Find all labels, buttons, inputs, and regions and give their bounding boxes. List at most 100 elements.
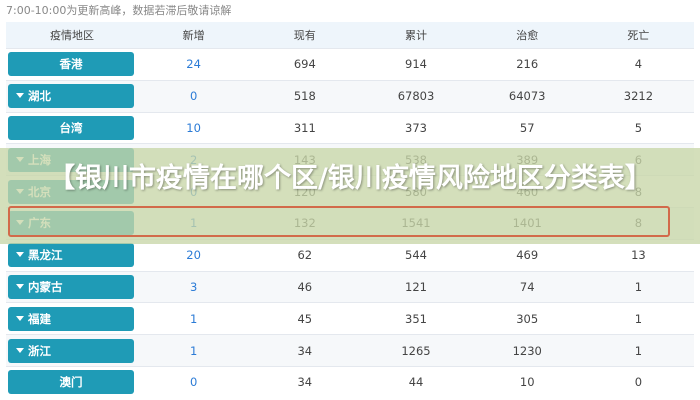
caret-down-icon: [16, 315, 24, 321]
region-button[interactable]: 福建: [8, 306, 134, 331]
total-value: 351: [405, 311, 427, 326]
dead-value: 4: [634, 57, 643, 72]
new-cell: 20: [138, 248, 249, 262]
cured-value: 469: [516, 248, 539, 263]
current-value: 45: [297, 311, 313, 326]
total-value: 44: [408, 375, 424, 390]
cured-cell: 74: [472, 280, 583, 294]
current-value: 694: [293, 57, 316, 72]
region-button[interactable]: 湖北: [8, 84, 134, 109]
cured-value: 64073: [508, 89, 546, 104]
table-row: 福建 1 45 351 305 1: [6, 302, 694, 334]
dead-value: 1: [634, 343, 643, 358]
region-label: 浙江: [28, 343, 51, 358]
cured-value: 10: [519, 375, 535, 390]
new-value: 10: [186, 120, 201, 135]
region-cell: 浙江: [6, 338, 138, 363]
table-row: 湖北 0 518 67803 64073 3212: [6, 79, 694, 112]
region-label: 台湾: [59, 120, 83, 135]
current-value: 34: [297, 343, 313, 358]
new-cell: 1: [138, 344, 249, 358]
header-new: 新增: [182, 29, 205, 42]
new-value: 1: [189, 343, 198, 358]
new-value: 3: [189, 279, 198, 294]
dead-value: 1: [634, 279, 643, 294]
total-cell: 373: [360, 121, 471, 135]
row-highlight-frame: [8, 206, 670, 237]
region-label: 香港: [59, 57, 83, 72]
update-notice: 7:00-10:00为更新高峰，数据若滞后敬请谅解: [6, 4, 232, 17]
new-value: 20: [186, 248, 201, 263]
caret-down-icon: [16, 252, 24, 258]
current-value: 62: [297, 248, 313, 263]
total-cell: 544: [360, 248, 471, 262]
total-value: 1265: [401, 343, 431, 358]
current-value: 518: [293, 89, 316, 104]
region-label: 湖北: [28, 89, 51, 104]
region-cell: 黑龙江: [6, 243, 138, 268]
region-cell: 台湾: [6, 115, 138, 140]
region-label: 福建: [28, 311, 51, 326]
new-cell: 3: [138, 280, 249, 294]
region-cell: 内蒙古: [6, 274, 138, 299]
total-value: 121: [405, 279, 427, 294]
current-value: 46: [297, 279, 313, 294]
header-current: 现有: [293, 29, 316, 42]
region-button[interactable]: 黑龙江: [8, 243, 134, 268]
new-value: 24: [186, 57, 201, 72]
header-region: 疫情地区: [50, 29, 94, 42]
dead-cell: 1: [583, 312, 694, 326]
header-total: 累计: [405, 29, 427, 42]
current-cell: 62: [249, 248, 360, 262]
dead-cell: 13: [583, 248, 694, 262]
dead-value: 1: [634, 311, 643, 326]
table-row: 香港 24 694 914 216 4: [6, 48, 694, 80]
region-cell: 湖北: [6, 84, 138, 109]
region-button[interactable]: 内蒙古: [8, 274, 134, 299]
total-cell: 1265: [360, 344, 471, 358]
region-cell: 福建: [6, 306, 138, 331]
new-cell: 0: [138, 89, 249, 103]
region-button[interactable]: 香港: [8, 52, 134, 77]
total-cell: 351: [360, 312, 471, 326]
current-cell: 46: [249, 280, 360, 294]
cured-value: 1230: [512, 343, 542, 358]
new-value: 0: [189, 89, 198, 104]
total-cell: 67803: [360, 89, 471, 103]
region-cell: 澳门: [6, 370, 138, 395]
new-value: 0: [189, 375, 198, 390]
region-label: 黑龙江: [28, 248, 63, 263]
region-label: 内蒙古: [28, 279, 63, 294]
new-value: 1: [189, 311, 198, 326]
cured-value: 216: [516, 57, 539, 72]
cured-cell: 64073: [472, 89, 583, 103]
caret-down-icon: [16, 347, 24, 353]
table-row: 浙江 1 34 1265 1230 1: [6, 334, 694, 366]
dead-cell: 3212: [583, 89, 694, 103]
current-value: 34: [297, 375, 313, 390]
dead-value: 3212: [623, 89, 654, 104]
dead-cell: 1: [583, 280, 694, 294]
cured-cell: 216: [472, 57, 583, 71]
region-cell: 香港: [6, 52, 138, 77]
current-value: 311: [293, 120, 316, 135]
new-cell: 24: [138, 57, 249, 71]
cured-value: 305: [516, 311, 539, 326]
header-dead: 死亡: [627, 29, 650, 42]
cured-cell: 305: [472, 312, 583, 326]
region-button[interactable]: 浙江: [8, 338, 134, 363]
total-value: 914: [405, 57, 427, 72]
current-cell: 45: [249, 312, 360, 326]
dead-value: 0: [634, 375, 643, 390]
table-header: 疫情地区 新增 现有 累计 治愈 死亡: [6, 22, 694, 48]
total-cell: 121: [360, 280, 471, 294]
current-cell: 311: [249, 121, 360, 135]
dead-cell: 0: [583, 375, 694, 389]
current-cell: 34: [249, 375, 360, 389]
region-button[interactable]: 台湾: [8, 115, 134, 140]
region-label: 澳门: [59, 375, 83, 390]
region-button[interactable]: 澳门: [8, 370, 134, 395]
new-cell: 1: [138, 312, 249, 326]
total-value: 67803: [397, 89, 435, 104]
table-row: 内蒙古 3 46 121 74 1: [6, 270, 694, 303]
